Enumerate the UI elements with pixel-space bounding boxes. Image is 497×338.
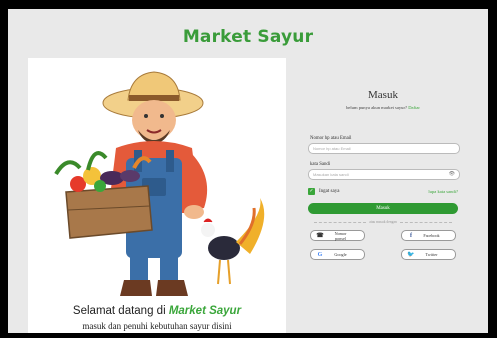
google-icon: G: [317, 251, 323, 258]
remember-checkbox[interactable]: ✓ Ingat saya: [308, 188, 339, 195]
password-input[interactable]: Masukan kata sandi 👁: [308, 169, 460, 180]
google-login-label: Google: [334, 252, 347, 257]
page-frame: Market Sayur Selamat datang di Market Sa…: [8, 9, 488, 333]
login-form: Masuk belum punya akun market sayur? Daf…: [308, 89, 460, 260]
facebook-icon: f: [410, 232, 412, 239]
welcome-panel: Selamat datang di Market Sayur masuk dan…: [28, 58, 286, 333]
brand-title: Market Sayur: [182, 27, 314, 47]
welcome-subtitle: masuk dan penuhi kebutuhan sayur disini: [82, 321, 232, 331]
facebook-login-button[interactable]: f Facebook: [401, 230, 456, 241]
identifier-label: Nomor hp atau Email: [310, 136, 352, 141]
google-login-button[interactable]: G Google: [310, 249, 365, 260]
twitter-login-button[interactable]: 🐦 Twitter: [401, 249, 456, 260]
farmer-illustration: [54, 71, 265, 296]
register-text: belum punya akun market sayur?: [346, 105, 408, 110]
phone-icon: ☎: [316, 233, 324, 239]
login-button[interactable]: Masuk: [308, 203, 458, 214]
phone-login-label: Nomor ponsel: [334, 230, 347, 241]
checkmark-icon: ✓: [308, 188, 315, 195]
password-placeholder: Masukan kata sandi: [313, 172, 349, 177]
identifier-input[interactable]: Nomor hp atau Email: [308, 143, 460, 154]
social-login-grid: ☎ Nomor ponsel f Facebook G Google 🐦 Twitter: [310, 230, 456, 260]
login-title: Masuk: [368, 89, 398, 101]
twitter-login-label: Twitter: [425, 252, 438, 257]
welcome-heading: Selamat datang di Market Sayur: [28, 305, 286, 317]
welcome-brand: Market Sayur: [168, 305, 242, 317]
password-label: kata Sandi: [310, 162, 331, 167]
phone-login-button[interactable]: ☎ Nomor ponsel: [310, 230, 365, 241]
identifier-placeholder: Nomor hp atau Email: [313, 146, 351, 151]
eye-icon[interactable]: 👁: [449, 170, 455, 179]
twitter-icon: 🐦: [407, 252, 415, 258]
welcome-prefix: Selamat datang di: [72, 305, 169, 317]
divider-text: atau masuk dengan: [369, 220, 397, 224]
facebook-login-label: Facebook: [423, 233, 440, 238]
register-prompt: belum punya akun market sayur? Daftar: [308, 105, 458, 110]
remember-label: Ingat saya: [319, 189, 340, 194]
forgot-password-link[interactable]: lupa kata sandi?: [428, 189, 458, 194]
register-link[interactable]: Daftar: [408, 105, 420, 110]
divider: atau masuk dengan: [314, 220, 453, 224]
